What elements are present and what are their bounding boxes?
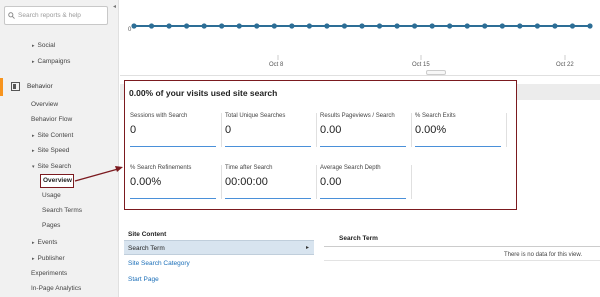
x-tick-label: Oct 15 (412, 62, 430, 68)
metric-results-pageviews-per-search[interactable]: Results Pageviews / Search 0.00 (320, 113, 408, 155)
metric-sparkline (320, 197, 406, 199)
site-search-metrics-panel: 0.00% of your visits used site search Se… (124, 80, 517, 210)
search-icon (8, 12, 15, 19)
data-point[interactable] (359, 23, 365, 29)
data-point[interactable] (166, 23, 172, 29)
data-point[interactable] (184, 23, 190, 29)
chart-divider (120, 75, 600, 76)
data-point[interactable] (306, 23, 312, 29)
metric-sessions-with-search[interactable]: Sessions with Search 0 (130, 113, 218, 155)
data-point[interactable] (482, 23, 488, 29)
chart-canvas (131, 23, 593, 60)
metric-sparkline (225, 145, 311, 147)
metric-divider (411, 113, 412, 147)
metric-total-unique-searches[interactable]: Total Unique Searches 0 (225, 113, 313, 155)
metric-sparkline (225, 197, 311, 199)
sidebar-item-events[interactable]: ▸ Events (32, 239, 57, 246)
metric-divider (221, 165, 222, 199)
sidebar-item-search-terms[interactable]: Search Terms (42, 207, 82, 214)
data-point[interactable] (236, 23, 242, 29)
data-point[interactable] (324, 23, 330, 29)
dimension-site-search-category-link[interactable]: Site Search Category (128, 260, 190, 267)
data-point[interactable] (412, 23, 418, 29)
empty-table-row: There is no data for this view. (324, 247, 600, 261)
metric-search-refinements[interactable]: % Search Refinements 0.00% (130, 165, 218, 207)
sidebar-item-pages[interactable]: Pages (42, 222, 60, 229)
data-point[interactable] (429, 23, 435, 29)
x-tick-label: Oct 22 (556, 62, 574, 68)
data-point[interactable] (148, 23, 155, 29)
active-section-indicator (0, 78, 3, 96)
dimension-start-page-link[interactable]: Start Page (128, 276, 159, 283)
metric-sparkline (130, 197, 216, 199)
data-point[interactable] (376, 23, 383, 29)
no-data-message: There is no data for this view. (503, 252, 582, 258)
sidebar-item-in-page-analytics[interactable]: In-Page Analytics (31, 285, 81, 292)
sidebar-item-overview[interactable]: Overview (31, 101, 58, 108)
search-reports-input[interactable]: Search reports & help (4, 6, 108, 25)
data-point[interactable] (131, 23, 137, 29)
data-point[interactable] (499, 23, 505, 29)
data-point[interactable] (587, 23, 593, 29)
metrics-title: 0.00% of your visits used site search (129, 88, 278, 98)
metric-average-search-depth[interactable]: Average Search Depth 0.00 (320, 165, 408, 207)
metric-divider (316, 113, 317, 147)
sidebar-item-behavior[interactable]: Behavior (0, 78, 119, 96)
sidebar-item-site-content[interactable]: ▸ Site Content (32, 132, 73, 139)
data-point[interactable] (201, 23, 207, 29)
sidebar-item-campaigns[interactable]: ▸ Campaigns (32, 58, 70, 65)
metric-sparkline (130, 145, 216, 147)
data-point[interactable] (552, 23, 558, 29)
sidebar-item-usage[interactable]: Usage (42, 192, 61, 199)
collapse-sidebar-icon[interactable]: ◂ (113, 3, 116, 10)
sidebar-item-behavior-flow[interactable]: Behavior Flow (31, 116, 72, 123)
metric-time-after-search[interactable]: Time after Search 00:00:00 (225, 165, 313, 207)
data-point[interactable] (394, 23, 400, 29)
data-point[interactable] (289, 23, 295, 29)
search-placeholder: Search reports & help (18, 12, 81, 19)
y-axis-zero-label: 0 (128, 27, 132, 33)
data-point[interactable] (341, 23, 348, 29)
data-point[interactable] (464, 23, 470, 29)
x-tick-label: Oct 8 (269, 62, 284, 68)
chevron-right-icon: ▸ (305, 245, 309, 251)
sessions-line-chart: 0 Oct 8 Oct 15 Oct 22 (120, 0, 600, 80)
metric-sparkline (415, 145, 501, 147)
sidebar: Search reports & help ◂ ▸ Social ▸ Campaig… (0, 0, 119, 297)
sidebar-item-site-search[interactable]: ▾ Site Search (32, 163, 71, 170)
data-point[interactable] (254, 23, 260, 29)
sidebar-item-site-speed[interactable]: ▸ Site Speed (32, 147, 69, 154)
data-point[interactable] (534, 23, 540, 29)
metric-divider (316, 165, 317, 199)
data-point[interactable] (569, 23, 576, 29)
dimension-search-term[interactable]: Search Term ▸ (124, 240, 314, 255)
site-content-heading: Site Content (128, 231, 167, 238)
data-point[interactable] (271, 23, 277, 29)
metric-sparkline (320, 145, 406, 147)
sidebar-item-experiments[interactable]: Experiments (31, 270, 67, 277)
data-point[interactable] (219, 23, 225, 29)
metric-divider (506, 113, 507, 147)
metric-divider (221, 113, 222, 147)
data-point[interactable] (517, 23, 523, 29)
metric-divider (411, 165, 412, 199)
sidebar-item-site-search-overview[interactable]: Overview (40, 174, 74, 188)
search-term-column-header[interactable]: Search Term (324, 235, 600, 247)
sidebar-item-publisher[interactable]: ▸ Publisher (32, 255, 65, 262)
data-point[interactable] (447, 23, 453, 29)
metric-search-exits[interactable]: % Search Exits 0.00% (415, 113, 503, 155)
sidebar-item-social[interactable]: ▸ Social (32, 42, 55, 49)
behavior-icon (11, 82, 20, 91)
